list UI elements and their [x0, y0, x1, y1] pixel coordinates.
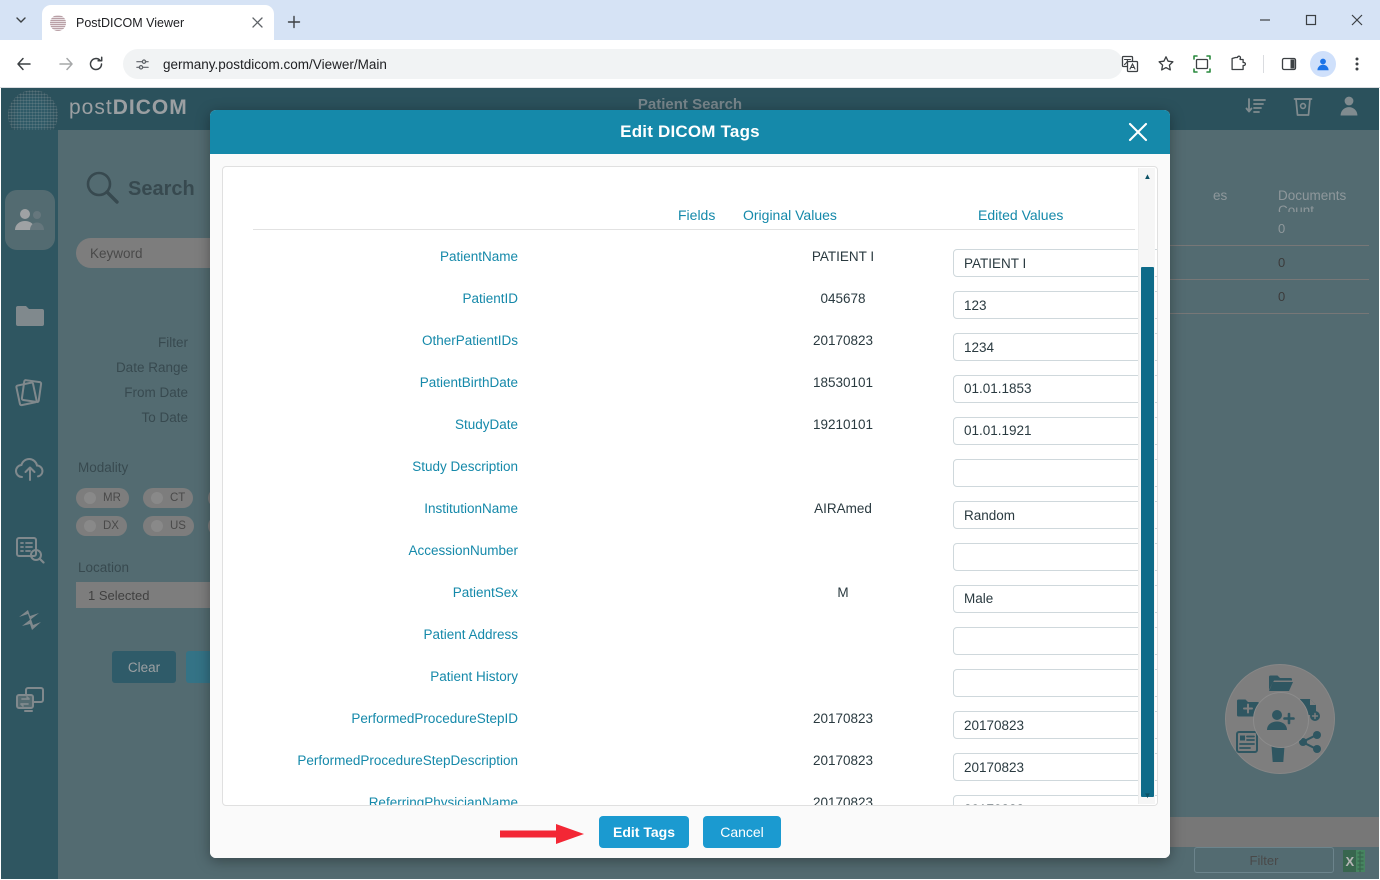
tag-original-value: 19210101: [778, 417, 908, 432]
address-bar[interactable]: germany.postdicom.com/Viewer/Main: [123, 49, 1123, 79]
tab-title: PostDICOM Viewer: [76, 16, 248, 30]
site-settings-icon[interactable]: [135, 55, 153, 73]
tag-field-label: ReferringPhysicianName: [369, 795, 518, 806]
tag-edited-select[interactable]: Male: [953, 585, 1158, 613]
tab-favicon-icon: [50, 15, 66, 31]
tag-edited-input[interactable]: [953, 711, 1158, 739]
tag-field-label: Study Description: [412, 459, 518, 474]
tab-search-icon[interactable]: [8, 8, 34, 32]
kebab-menu-icon[interactable]: [1342, 49, 1372, 79]
tag-field-label: OtherPatientIDs: [422, 333, 518, 348]
tag-original-value: PATIENT I: [778, 249, 908, 264]
tag-original-value: 20170823: [778, 333, 908, 348]
new-tab-button[interactable]: [282, 10, 306, 34]
dialog-footer: Edit Tags Cancel: [210, 806, 1170, 858]
dicom-tag-row: Study Description: [223, 459, 1157, 499]
tag-original-value: M: [778, 585, 908, 600]
tag-edited-input[interactable]: [953, 501, 1158, 529]
tag-original-value: 18530101: [778, 375, 908, 390]
tag-field-label: PatientSex: [453, 585, 518, 600]
tag-original-value: 20170823: [778, 795, 908, 806]
toolbar-divider: [1263, 55, 1264, 73]
tag-edited-select-value: 01.01.1921: [964, 423, 1032, 438]
tag-field-label: PatientName: [440, 249, 518, 264]
reload-button[interactable]: [82, 50, 110, 78]
screen-root: PostDICOM Viewer germany.postdicom.com/V…: [0, 0, 1380, 880]
tab-close-icon[interactable]: [248, 14, 266, 32]
profile-avatar-icon[interactable]: [1310, 51, 1336, 77]
dialog-scrollbar[interactable]: ▲ ▼: [1138, 168, 1155, 804]
close-icon[interactable]: [1124, 118, 1152, 146]
scroll-down-icon[interactable]: ▼: [1139, 787, 1156, 804]
address-bar-url: germany.postdicom.com/Viewer/Main: [163, 57, 387, 72]
dicom-tag-row: PatientBirthDate 18530101 01.01.1853: [223, 375, 1157, 415]
dicom-tag-row: PatientName PATIENT I: [223, 249, 1157, 289]
tag-edited-input[interactable]: [953, 291, 1158, 319]
dialog-body: Fields Original Values Edited Values Del…: [222, 166, 1158, 806]
dicom-tag-row: InstitutionName AIRAmed: [223, 501, 1157, 541]
dicom-tag-row: Patient Address: [223, 627, 1157, 667]
tag-edited-input[interactable]: [953, 669, 1158, 697]
translate-icon[interactable]: [1115, 49, 1145, 79]
browser-tab[interactable]: PostDICOM Viewer: [42, 5, 274, 40]
dicom-tag-row: AccessionNumber: [223, 543, 1157, 583]
tag-original-value: 20170823: [778, 753, 908, 768]
tag-edited-select[interactable]: 01.01.1853: [953, 375, 1158, 403]
dicom-tag-row: Patient History: [223, 669, 1157, 709]
scrollbar-thumb[interactable]: [1141, 267, 1154, 797]
window-controls: [1242, 0, 1380, 40]
tag-edited-input[interactable]: [953, 753, 1158, 781]
tag-field-label: StudyDate: [455, 417, 518, 432]
back-button[interactable]: [10, 50, 38, 78]
tag-field-label: PatientID: [462, 291, 518, 306]
header-divider: [253, 229, 1135, 230]
bookmark-star-icon[interactable]: [1151, 49, 1181, 79]
tag-original-value: 045678: [778, 291, 908, 306]
tag-edited-input[interactable]: [953, 249, 1158, 277]
close-window-icon[interactable]: [1334, 0, 1380, 40]
tag-edited-input[interactable]: [953, 627, 1158, 655]
red-arrow-right-icon: [498, 823, 598, 845]
tag-field-label: PatientBirthDate: [420, 375, 518, 390]
tag-edited-input[interactable]: [953, 333, 1158, 361]
dicom-tag-row: StudyDate 19210101 01.01.1921: [223, 417, 1157, 457]
tag-edited-input[interactable]: [953, 795, 1158, 806]
tag-edited-select-value: Male: [964, 591, 993, 606]
dicom-tag-row: PatientID 045678: [223, 291, 1157, 331]
tag-field-label: Patient Address: [423, 627, 518, 642]
tag-field-label: Patient History: [430, 669, 518, 684]
edit-dicom-tags-dialog: Edit DICOM Tags Fields Original Values E…: [210, 110, 1170, 858]
edit-tags-button[interactable]: Edit Tags: [599, 816, 689, 848]
maximize-icon[interactable]: [1288, 0, 1334, 40]
tag-edited-select-value: 01.01.1853: [964, 381, 1032, 396]
screen-capture-icon[interactable]: [1187, 49, 1217, 79]
tag-original-value: AIRAmed: [778, 501, 908, 516]
cancel-button[interactable]: Cancel: [703, 816, 781, 848]
tag-edited-input[interactable]: [953, 543, 1158, 571]
dicom-tag-row: PerformedProcedureStepDescription 2017082…: [223, 753, 1157, 793]
column-header-edited-values: Edited Values: [978, 207, 1063, 223]
tag-original-value: 20170823: [778, 711, 908, 726]
dicom-tag-row: ReferringPhysicianName 20170823: [223, 795, 1157, 806]
minimize-icon[interactable]: [1242, 0, 1288, 40]
tag-field-label: InstitutionName: [424, 501, 518, 516]
scroll-up-icon[interactable]: ▲: [1139, 168, 1156, 185]
dicom-tag-row: PatientSex M Male: [223, 585, 1157, 625]
tag-edited-input[interactable]: [953, 459, 1158, 487]
tag-field-label: PerformedProcedureStepID: [351, 711, 518, 726]
dicom-tag-row: PerformedProcedureStepID 20170823: [223, 711, 1157, 751]
tag-field-label: PerformedProcedureStepDescription: [297, 753, 518, 768]
extensions-puzzle-icon[interactable]: [1223, 49, 1253, 79]
dicom-tag-row: OtherPatientIDs 20170823: [223, 333, 1157, 373]
side-panel-icon[interactable]: [1274, 49, 1304, 79]
tag-edited-select[interactable]: 01.01.1921: [953, 417, 1158, 445]
tag-field-label: AccessionNumber: [408, 543, 518, 558]
browser-tab-strip: PostDICOM Viewer: [0, 0, 1380, 40]
dialog-title: Edit DICOM Tags: [620, 122, 760, 142]
dialog-header: Edit DICOM Tags: [210, 110, 1170, 154]
browser-toolbar-right: [1115, 48, 1372, 80]
column-header-original-values: Original Values: [743, 207, 837, 223]
forward-button[interactable]: [52, 50, 80, 78]
column-header-fields: Fields: [678, 207, 715, 223]
